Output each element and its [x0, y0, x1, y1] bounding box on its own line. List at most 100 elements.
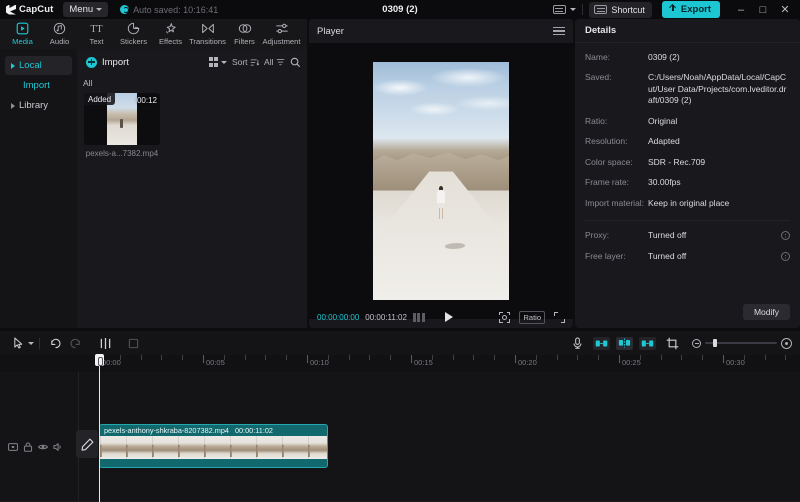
sidebar-item-library[interactable]: Library	[5, 96, 72, 115]
ruler-label: 00:25	[622, 358, 641, 367]
tab-audio[interactable]: Audio	[41, 20, 78, 49]
timeline-ruler[interactable]: 00:00 00:05 00:10 00:15 00:20 00:25 00:30	[0, 355, 800, 372]
timeline-clip[interactable]: pexels-anthony-shkraba-8207382.mp4 00:00…	[99, 424, 328, 468]
zoom-slider-handle[interactable]	[713, 339, 717, 347]
media-category-label: All	[83, 78, 93, 88]
tab-stickers[interactable]: Stickers	[115, 20, 152, 49]
details-value: 30.00fps	[648, 177, 681, 188]
autosave-icon	[120, 5, 130, 14]
ruler-minor-tick	[182, 355, 184, 360]
minimize-button[interactable]: –	[730, 0, 752, 19]
export-label: Export	[680, 4, 711, 15]
tab-filters[interactable]: Filters	[226, 20, 263, 49]
filter-label: All	[264, 57, 274, 67]
view-mode-button[interactable]	[208, 57, 227, 67]
info-icon[interactable]	[781, 231, 790, 241]
frame-step-icon[interactable]	[412, 312, 425, 322]
media-icon	[16, 22, 29, 35]
details-value: C:/Users/Noah/AppData/Local/CapCut/User …	[648, 72, 787, 106]
autosave-text: Auto saved: 10:16:41	[133, 4, 219, 15]
crop-timeline-button[interactable]	[662, 334, 682, 352]
layout-icon	[552, 5, 566, 14]
crop-zoom-icon[interactable]	[499, 311, 511, 323]
info-icon[interactable]	[781, 251, 790, 261]
timeline-zoom-control	[692, 337, 792, 349]
tab-media[interactable]: Media	[4, 20, 41, 49]
speaker-icon[interactable]	[53, 439, 63, 451]
maximize-button[interactable]: □	[752, 0, 774, 19]
player-stage[interactable]	[309, 43, 573, 319]
ruler-label: 00:30	[726, 358, 745, 367]
media-item[interactable]: Added 00:12 pexels-a...7382.mp4	[84, 93, 160, 158]
filter-button[interactable]: All	[264, 57, 285, 67]
layout-chevron-down-icon[interactable]	[570, 8, 577, 11]
player-menu-icon[interactable]	[553, 24, 565, 37]
ruler-label: 00:10	[310, 358, 329, 367]
tool-chevron-down-icon[interactable]	[28, 341, 34, 345]
duration-label: 00:12	[136, 96, 157, 105]
fullscreen-icon[interactable]	[554, 311, 565, 323]
ruler-minor-tick	[577, 355, 579, 360]
clip-filmstrip	[100, 436, 327, 459]
tab-text[interactable]: TT Text	[78, 20, 115, 49]
ruler-minor-tick	[369, 355, 371, 360]
playhead-handle[interactable]	[95, 354, 104, 366]
details-value: SDR - Rec.709	[648, 156, 706, 167]
sidebar-item-import[interactable]: Import	[5, 76, 72, 95]
autosave-status: Auto saved: 10:16:41	[120, 5, 218, 15]
stickers-icon	[127, 22, 140, 35]
close-button[interactable]: ✕	[774, 0, 796, 19]
tab-adjustment[interactable]: Adjustment	[262, 20, 301, 49]
divider	[39, 337, 40, 349]
zoom-slider[interactable]	[705, 339, 777, 347]
mirror-clip-button[interactable]	[616, 336, 633, 350]
upload-icon	[669, 5, 677, 14]
view-chevron-down-icon	[220, 60, 227, 64]
edit-track-button[interactable]	[76, 430, 98, 458]
details-row-resolution: Resolution: Adapted	[575, 136, 800, 147]
lock-icon[interactable]	[23, 439, 33, 452]
track-thumbnail-icon[interactable]	[8, 439, 18, 451]
play-button[interactable]	[444, 312, 453, 322]
divider	[582, 4, 584, 15]
sidebar-item-local[interactable]: Local	[5, 56, 72, 75]
tab-adjustment-label: Adjustment	[262, 37, 301, 46]
delete-button[interactable]	[123, 334, 143, 352]
tab-effects[interactable]: Effects	[152, 20, 189, 49]
details-row-proxy[interactable]: Proxy: Turned off	[575, 230, 800, 241]
details-header: Details	[575, 19, 800, 43]
details-value: Turned off	[648, 230, 687, 241]
tab-text-label: Text	[89, 37, 104, 46]
player-controls: 00:00:00:00 00:00:11:02 Ratio	[309, 306, 573, 328]
zoom-out-icon[interactable]	[692, 338, 701, 348]
search-button[interactable]	[290, 57, 301, 68]
tab-audio-label: Audio	[49, 37, 70, 46]
ruler-minor-tick	[452, 355, 454, 360]
record-voiceover-button[interactable]	[567, 334, 587, 352]
auto-captions-button[interactable]	[593, 336, 610, 350]
menu-button[interactable]: Menu	[63, 2, 109, 17]
eye-icon[interactable]	[37, 439, 49, 450]
split-button[interactable]	[95, 334, 115, 352]
tab-transitions[interactable]: Transitions	[189, 20, 226, 49]
import-button[interactable]: Import	[83, 55, 135, 70]
ruler-minor-tick	[348, 355, 350, 360]
playhead[interactable]	[95, 354, 104, 502]
modify-button[interactable]: Modify	[742, 304, 790, 320]
shortcut-button[interactable]: Shortcut	[589, 1, 652, 18]
details-row-free-layer[interactable]: Free layer: Turned off	[575, 251, 800, 262]
clip-label-bar: pexels-anthony-shkraba-8207382.mp4 00:00…	[100, 425, 327, 436]
zoom-fit-icon[interactable]	[781, 337, 792, 349]
undo-button[interactable]	[45, 334, 65, 352]
select-tool-button[interactable]	[8, 334, 28, 352]
effects-icon	[164, 22, 177, 35]
timeline-body: pexels-anthony-shkraba-8207382.mp4 00:00…	[0, 372, 800, 502]
redo-button[interactable]	[65, 334, 85, 352]
export-button[interactable]: Export	[661, 1, 720, 18]
layout-preset-button[interactable]	[548, 2, 570, 18]
reverse-clip-button[interactable]	[639, 336, 656, 350]
media-thumbnail[interactable]: Added 00:12	[84, 93, 160, 145]
ratio-button[interactable]: Ratio	[519, 310, 545, 324]
media-sidebar: Local Import Library	[0, 49, 77, 328]
sort-button[interactable]: Sort	[232, 57, 260, 67]
